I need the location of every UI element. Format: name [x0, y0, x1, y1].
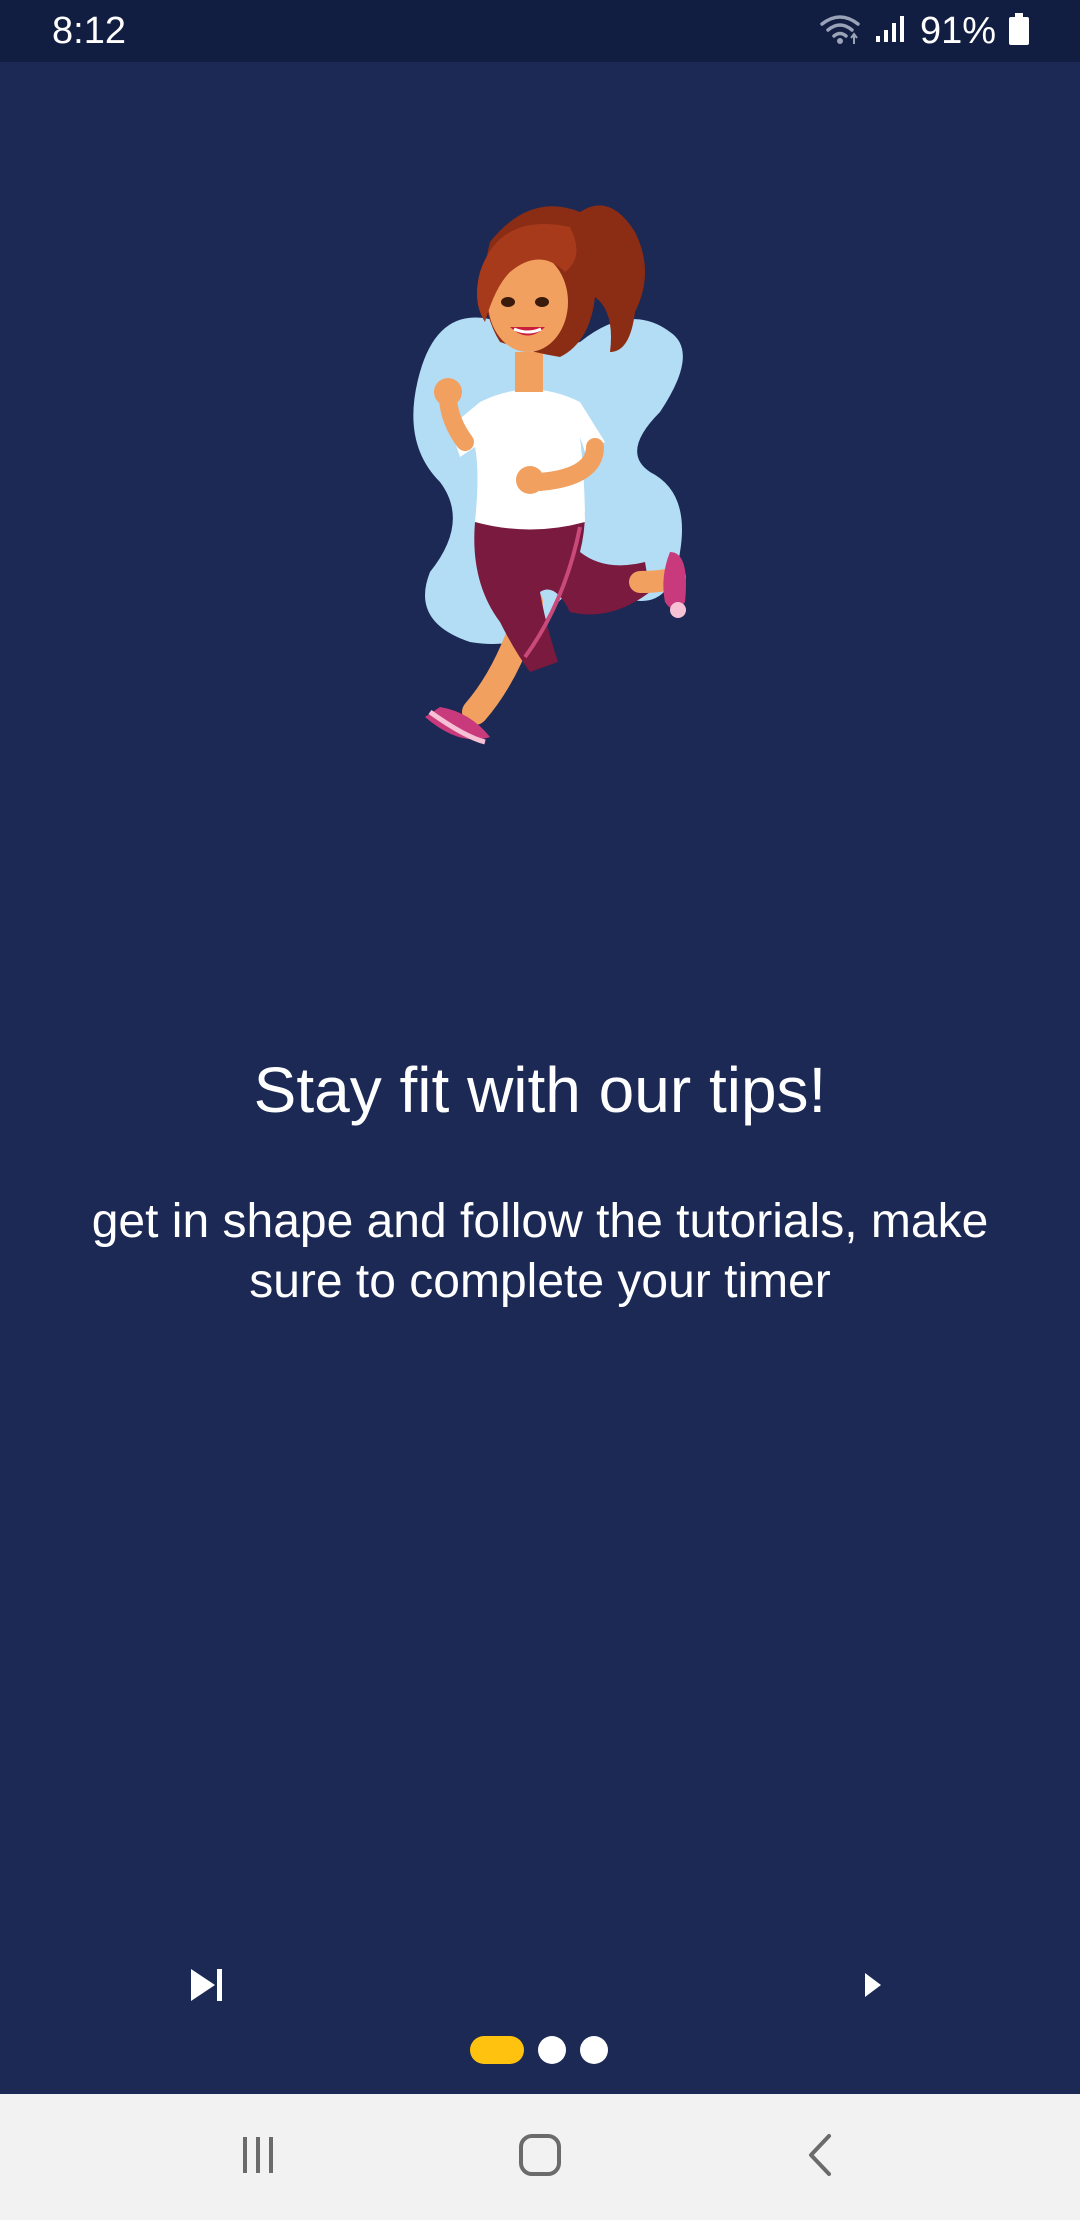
skip-to-end-icon — [187, 1967, 227, 2008]
page-indicator-dot — [538, 2036, 566, 2064]
home-icon — [518, 2133, 562, 2182]
page-indicator — [470, 2036, 608, 2064]
wifi-icon — [818, 12, 862, 51]
status-bar: 8:12 91% — [0, 0, 1080, 62]
status-time: 8:12 — [52, 10, 126, 52]
onboarding-subtitle: get in shape and follow the tutorials, m… — [91, 1195, 989, 1308]
status-icons: 91% — [818, 10, 1030, 52]
onboarding-title: Stay fit with our tips! — [253, 1054, 827, 1126]
running-woman-illustration — [380, 152, 710, 772]
page-indicator-dot-active — [470, 2036, 524, 2064]
system-nav-bar — [0, 2094, 1080, 2220]
onboarding-page: Stay fit with our tips! get in shape and… — [0, 62, 1080, 2094]
recent-apps-button[interactable] — [218, 2122, 298, 2192]
recent-apps-icon — [238, 2135, 278, 2180]
home-button[interactable] — [500, 2122, 580, 2192]
play-arrow-icon — [861, 1971, 885, 2004]
page-indicator-dot — [580, 2036, 608, 2064]
battery-icon — [1008, 12, 1030, 51]
back-button[interactable] — [780, 2122, 860, 2192]
battery-percent: 91% — [919, 10, 996, 52]
back-icon — [805, 2133, 835, 2182]
skip-button[interactable] — [180, 1960, 234, 2014]
signal-icon — [874, 14, 908, 49]
next-button[interactable] — [846, 1960, 900, 2014]
